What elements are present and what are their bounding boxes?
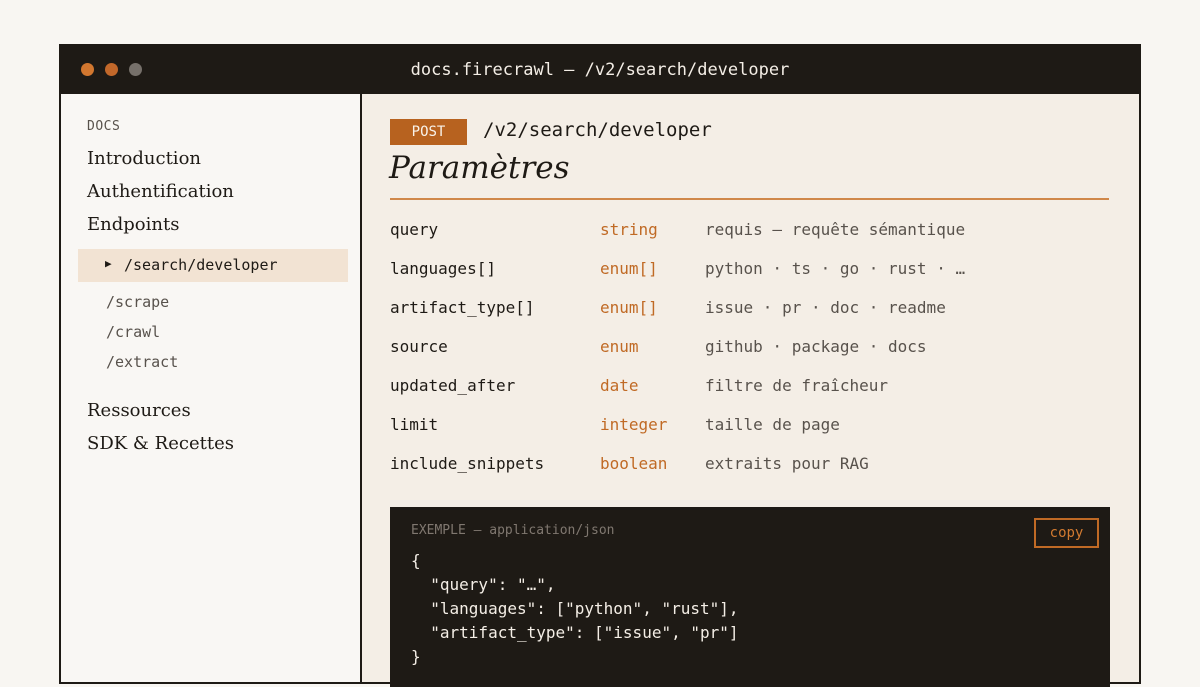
sidebar-item-search-developer[interactable]: ▶ /search/developer <box>78 249 348 282</box>
endpoint-path: /v2/search/developer <box>483 119 712 141</box>
code-line: } <box>411 647 421 666</box>
copy-button[interactable]: copy <box>1034 518 1099 548</box>
sidebar-item-endpoints[interactable]: Endpoints <box>87 214 179 235</box>
window-title: docs.firecrawl — /v2/search/developer <box>410 60 790 80</box>
code-line: "languages": ["python", "rust"], <box>411 599 739 618</box>
sidebar-item-authentification[interactable]: Authentification <box>87 181 234 202</box>
code-line: "query": "…", <box>411 575 556 594</box>
param-type: integer <box>600 415 668 434</box>
sidebar-heading: DOCS <box>87 119 121 134</box>
param-row: include_snippets boolean extraits pour R… <box>390 454 1110 476</box>
code-line: "artifact_type": ["issue", "pr"] <box>411 623 739 642</box>
sidebar-item-scrape[interactable]: /scrape <box>106 293 169 311</box>
sidebar-item-introduction[interactable]: Introduction <box>87 148 201 169</box>
param-type: enum[] <box>600 259 658 278</box>
http-method-badge: POST <box>390 119 467 145</box>
param-row: query string requis — requête sémantique <box>390 220 1110 242</box>
param-description: github · package · docs <box>705 337 927 356</box>
param-name: source <box>390 337 448 356</box>
param-type: string <box>600 220 658 239</box>
param-name: artifact_type[] <box>390 298 535 317</box>
param-row: limit integer taille de page <box>390 415 1110 437</box>
docs-sidebar: DOCS Introduction Authentification Endpo… <box>61 94 362 682</box>
expanded-triangle-icon: ▶ <box>105 257 112 270</box>
param-row: updated_after date filtre de fraîcheur <box>390 376 1110 398</box>
sidebar-item-sdk-recettes[interactable]: SDK & Recettes <box>87 433 234 454</box>
param-name: query <box>390 220 439 239</box>
title-bar: docs.firecrawl — /v2/search/developer <box>61 46 1139 94</box>
sidebar-item-label: /search/developer <box>124 256 278 274</box>
param-description: python · ts · go · rust · … <box>705 259 966 278</box>
param-name: include_snippets <box>390 454 545 473</box>
param-name: limit <box>390 415 439 434</box>
param-description: extraits pour RAG <box>705 454 869 473</box>
param-description: taille de page <box>705 415 840 434</box>
section-title: Paramètres <box>389 150 570 186</box>
param-name: updated_after <box>390 376 516 395</box>
param-type: date <box>600 376 639 395</box>
code-example: EXEMPLE — application/json copy { "query… <box>390 507 1110 687</box>
sidebar-item-extract[interactable]: /extract <box>106 353 178 371</box>
param-description: filtre de fraîcheur <box>705 376 889 395</box>
code-example-header: EXEMPLE — application/json <box>411 523 615 538</box>
param-row: source enum github · package · docs <box>390 337 1110 359</box>
param-row: languages[] enum[] python · ts · go · ru… <box>390 259 1110 281</box>
sidebar-item-crawl[interactable]: /crawl <box>106 323 160 341</box>
code-line: { <box>411 551 421 570</box>
param-name: languages[] <box>390 259 496 278</box>
app-window: docs.firecrawl — /v2/search/developer DO… <box>59 44 1141 687</box>
main-content: POST /v2/search/developer Paramètres que… <box>360 94 1139 687</box>
param-type: boolean <box>600 454 668 473</box>
sidebar-item-ressources[interactable]: Ressources <box>87 400 191 421</box>
param-description: issue · pr · doc · readme <box>705 298 946 317</box>
param-row: artifact_type[] enum[] issue · pr · doc … <box>390 298 1110 320</box>
param-description: requis — requête sémantique <box>705 220 966 239</box>
param-type: enum[] <box>600 298 658 317</box>
param-type: enum <box>600 337 639 356</box>
section-divider <box>390 198 1109 200</box>
